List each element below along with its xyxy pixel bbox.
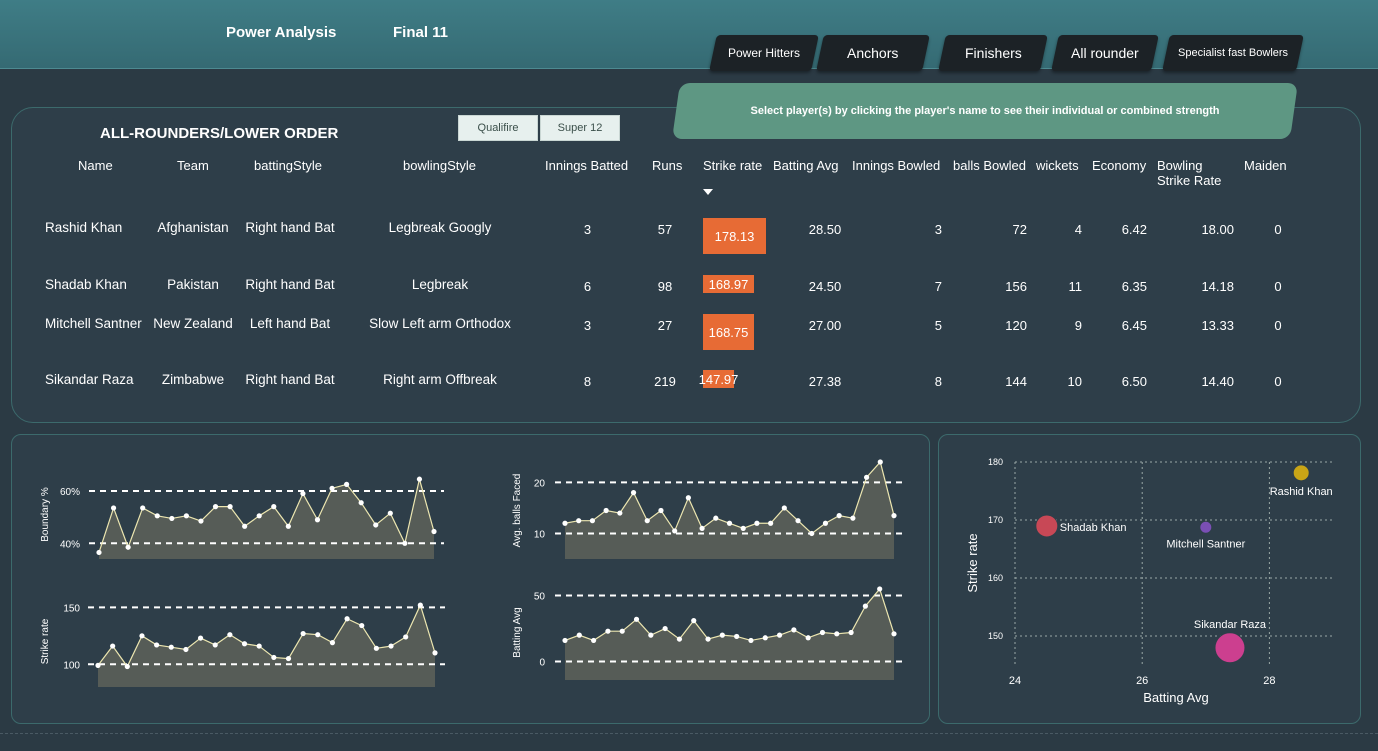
y-tick-label: 160 — [988, 573, 1003, 583]
x-tick-label: 24 — [1009, 675, 1021, 687]
y-tick-label: 150 — [988, 631, 1003, 641]
scatter-point — [1292, 464, 1310, 482]
footer-divider — [0, 733, 1378, 734]
y-tick-label: 180 — [988, 457, 1003, 467]
scatter-point — [1035, 514, 1059, 538]
x-axis-label: Batting Avg — [1143, 690, 1209, 705]
point-label: Mitchell Santner — [1166, 538, 1245, 550]
point-label: Rashid Khan — [1270, 486, 1333, 498]
x-tick-label: 28 — [1263, 675, 1275, 687]
y-axis-label: Strike rate — [965, 533, 980, 592]
x-tick-label: 26 — [1136, 675, 1148, 687]
scatter-point — [1199, 520, 1213, 534]
point-label: Shadab Khan — [1060, 522, 1127, 534]
point-label: Sikandar Raza — [1194, 619, 1267, 631]
scatter-point — [1214, 632, 1246, 664]
y-tick-label: 170 — [988, 515, 1003, 525]
scatter-chart: 150 160 170 180 24 26 28 Batting Avg Strike rate… — [965, 457, 1333, 705]
